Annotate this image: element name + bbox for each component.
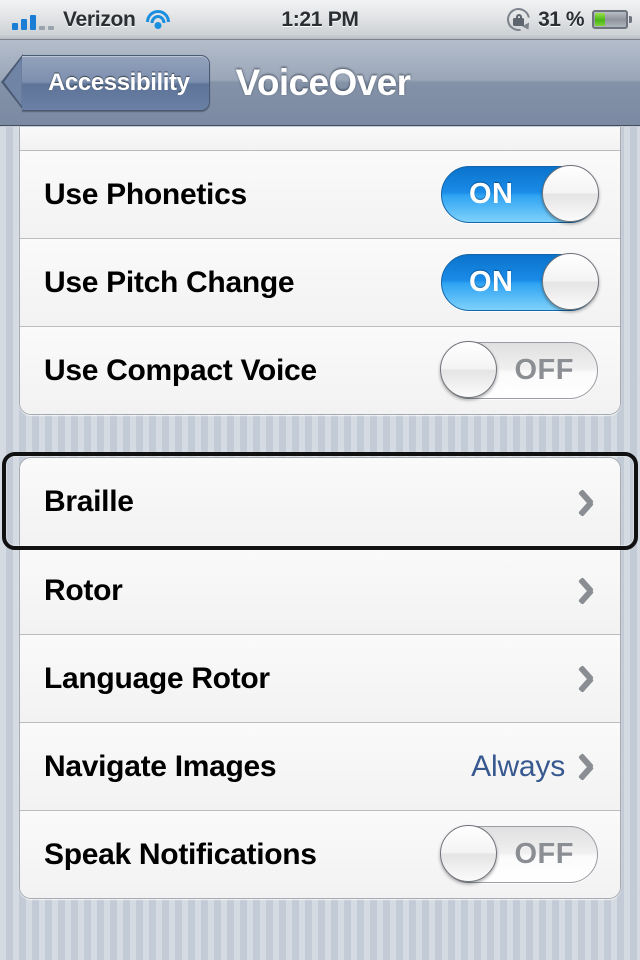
status-bar-left: Verizon (0, 8, 230, 32)
toggle-state-label: OFF (514, 354, 574, 386)
back-button-accessibility[interactable]: Accessibility (1, 53, 210, 111)
rotation-lock-icon (502, 3, 535, 36)
table-row-use-phonetics[interactable]: Use Phonetics ON (20, 150, 620, 238)
cell-label: Braille (44, 485, 134, 518)
chevron-right-icon (581, 488, 598, 517)
table-row-rotor[interactable]: Rotor (20, 546, 620, 634)
clock-label: 1:21 PM (281, 7, 359, 31)
chevron-right-icon (581, 664, 598, 693)
status-bar-right: 31 % (410, 3, 640, 36)
navigation-options-group: Braille Rotor Language Rotor Navigate Im… (19, 457, 621, 899)
settings-scroll-view[interactable]: Use Phonetics ON Use Pitch Change ON Use… (0, 127, 640, 960)
table-row-use-compact-voice[interactable]: Use Compact Voice OFF (20, 326, 620, 414)
cell-label: Use Pitch Change (44, 265, 295, 299)
toggle-knob (440, 341, 497, 398)
table-row-braille[interactable]: Braille (20, 458, 620, 546)
toggle-use-pitch-change[interactable]: ON (441, 253, 599, 311)
toggle-knob (542, 165, 599, 222)
cell-label: Rotor (44, 573, 123, 607)
toggle-use-compact-voice[interactable]: OFF (440, 341, 598, 399)
chevron-right-icon (581, 752, 598, 781)
table-row-use-pitch-change[interactable]: Use Pitch Change ON (20, 238, 620, 326)
status-bar-center: 1:21 PM (230, 8, 410, 32)
table-row-partial[interactable] (20, 127, 620, 150)
table-row-speak-notifications[interactable]: Speak Notifications OFF (20, 810, 620, 898)
cell-label: Use Phonetics (44, 177, 247, 211)
page-title: VoiceOver (235, 61, 412, 103)
chevron-right-icon (581, 576, 598, 605)
cell-label: Navigate Images (44, 749, 277, 783)
cell-label: Speak Notifications (44, 837, 317, 871)
speech-options-group: Use Phonetics ON Use Pitch Change ON Use… (19, 127, 621, 415)
toggle-state-label: ON (469, 178, 514, 210)
table-row-language-rotor[interactable]: Language Rotor (20, 634, 620, 722)
carrier-label: Verizon (63, 7, 136, 31)
toggle-state-label: OFF (514, 838, 574, 870)
cell-label: Language Rotor (44, 661, 270, 695)
toggle-knob (440, 825, 497, 882)
back-chevron-icon-inner (3, 55, 24, 110)
wifi-icon (145, 10, 171, 29)
toggle-speak-notifications[interactable]: OFF (440, 825, 598, 883)
navigation-bar: Accessibility VoiceOver (0, 40, 640, 126)
cell-detail-value: Always (471, 749, 565, 783)
toggle-knob (542, 253, 599, 310)
table-row-navigate-images[interactable]: Navigate Images Always (20, 722, 620, 810)
toggle-state-label: ON (469, 266, 514, 298)
back-button-label: Accessibility (48, 68, 190, 96)
cellular-signal-icon (12, 10, 54, 30)
battery-percent-label: 31 % (538, 7, 584, 31)
status-bar: Verizon 1:21 PM 31 % (0, 0, 640, 40)
battery-icon (592, 10, 632, 29)
cell-label: Use Compact Voice (44, 353, 317, 387)
toggle-use-phonetics[interactable]: ON (441, 165, 599, 223)
